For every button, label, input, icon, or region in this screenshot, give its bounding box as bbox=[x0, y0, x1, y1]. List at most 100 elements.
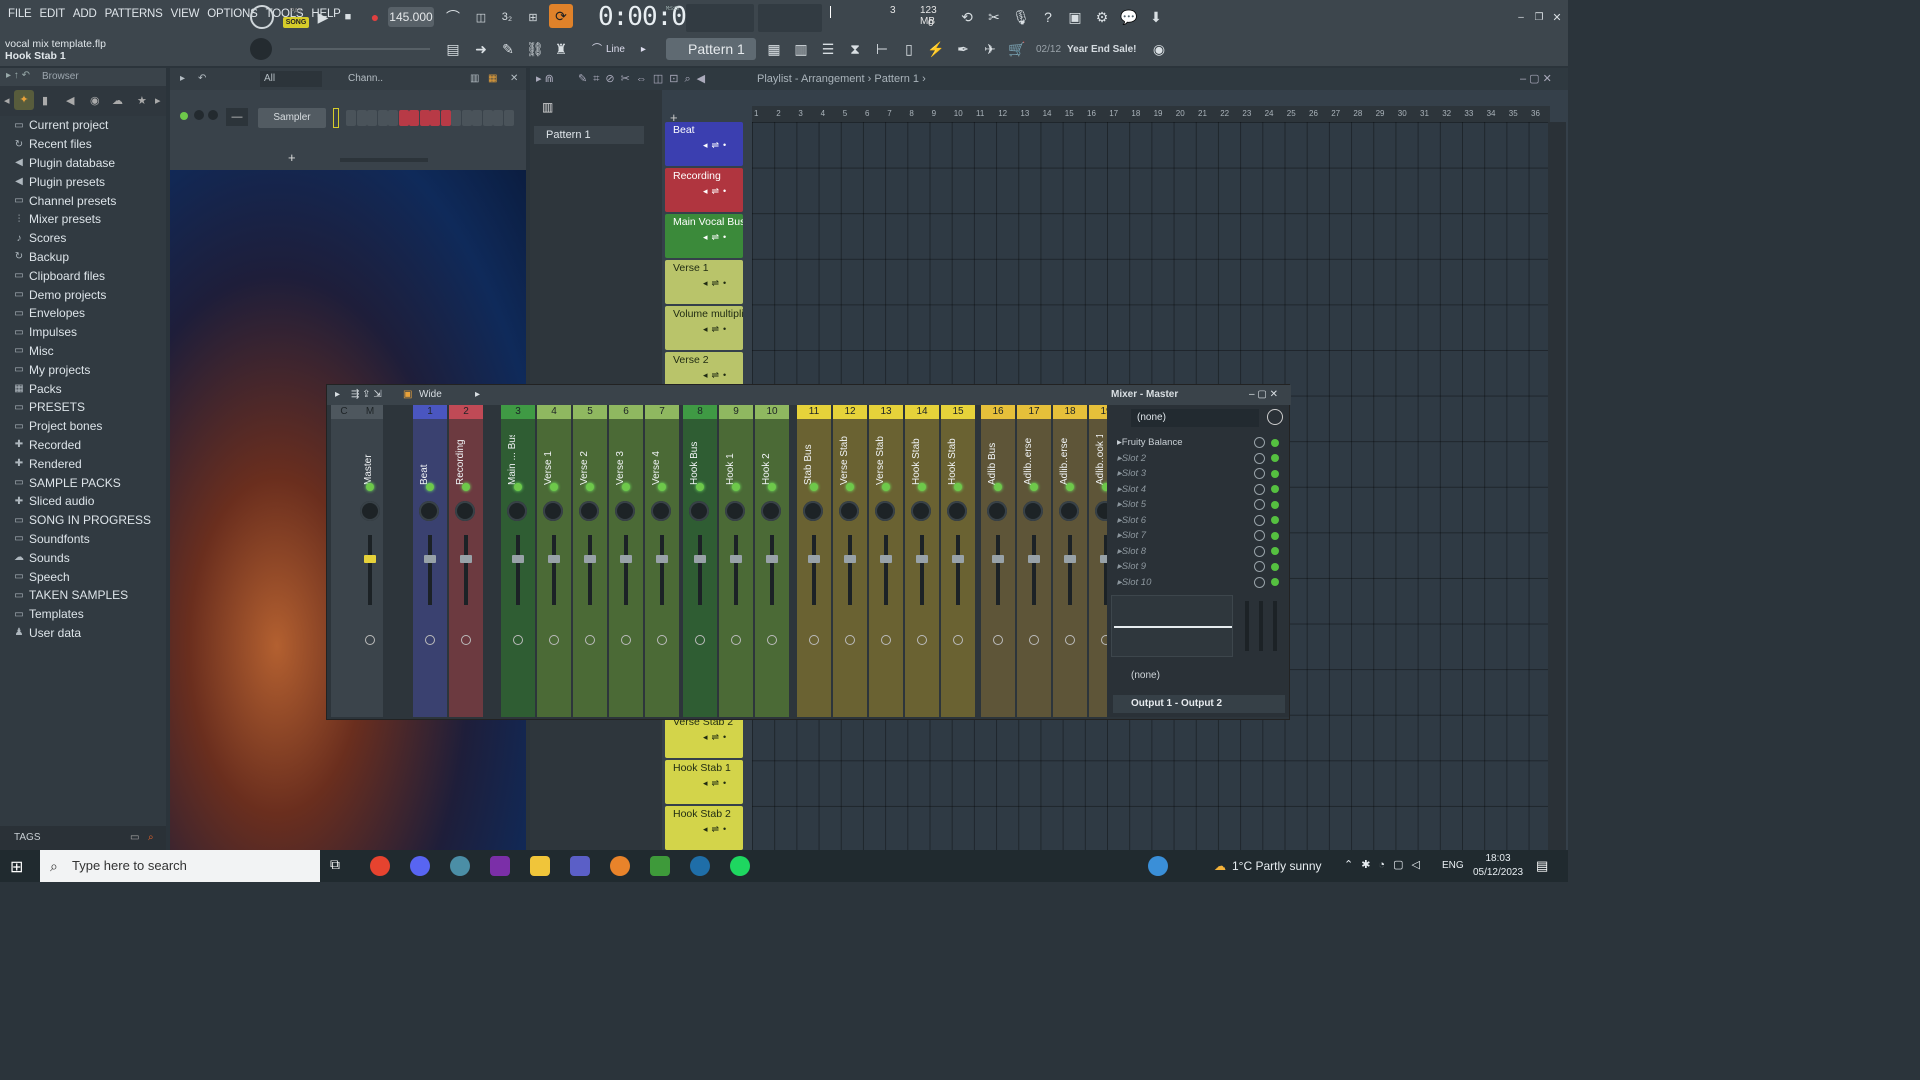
send-icon[interactable]: ✈ bbox=[979, 38, 1001, 60]
track-header[interactable]: Volume multiplier ◂⇌• bbox=[665, 306, 743, 350]
eq-band-sliders[interactable] bbox=[1241, 601, 1281, 651]
volume-fader-track[interactable] bbox=[698, 535, 702, 605]
step-button[interactable] bbox=[419, 110, 430, 126]
strip-enable-led[interactable] bbox=[768, 483, 776, 491]
fx-slot[interactable]: ▸ Slot 5 bbox=[1117, 497, 1285, 513]
fx-slot[interactable]: ▸ Slot 10 bbox=[1117, 575, 1285, 591]
browser-item[interactable]: ↻ Backup bbox=[12, 248, 164, 267]
stereo-separation-icon[interactable] bbox=[425, 635, 435, 645]
strip-enable-led[interactable] bbox=[550, 483, 558, 491]
volume-fader-track[interactable] bbox=[996, 535, 1000, 605]
language-indicator[interactable]: ENG bbox=[1442, 850, 1464, 882]
mixer-strip[interactable]: 13 Verse Stab 2 bbox=[869, 405, 903, 717]
slot-mix-knob-icon[interactable] bbox=[1254, 576, 1265, 588]
plugin-filter-icon[interactable]: ◉ bbox=[90, 94, 100, 107]
browser-item[interactable]: ▭ SAMPLE PACKS bbox=[12, 473, 164, 492]
volume-fader-handle[interactable] bbox=[620, 555, 632, 563]
step-button[interactable] bbox=[503, 110, 514, 126]
record-icon[interactable]: ● bbox=[364, 6, 386, 28]
strip-enable-led[interactable] bbox=[586, 483, 594, 491]
slot-mix-knob-icon[interactable] bbox=[1254, 561, 1265, 573]
browser-item[interactable]: ♪ Scores bbox=[12, 229, 164, 248]
pan-knob-icon[interactable] bbox=[875, 501, 895, 521]
fx-slot[interactable]: ▸ Slot 4 bbox=[1117, 482, 1285, 498]
countdown-icon[interactable]: 3₂ bbox=[496, 6, 518, 28]
volume-fader-track[interactable] bbox=[734, 535, 738, 605]
mixer-strip[interactable]: 11 Stab Bus bbox=[797, 405, 831, 717]
discord-icon[interactable] bbox=[410, 856, 430, 876]
microphone-icon[interactable]: 🎙 bbox=[1010, 6, 1032, 28]
cart-icon[interactable]: 🛒 bbox=[1006, 38, 1028, 60]
paint-icon[interactable]: ✎ bbox=[497, 38, 519, 60]
edge-icon[interactable] bbox=[690, 856, 710, 876]
eq-display[interactable] bbox=[1111, 595, 1233, 657]
browser-item[interactable]: ↻ Recent files bbox=[12, 135, 164, 154]
browser-item[interactable]: ▭ Clipboard files bbox=[12, 266, 164, 285]
volume-fader-track[interactable] bbox=[884, 535, 888, 605]
step-button[interactable] bbox=[388, 110, 398, 126]
volume-fader-track[interactable] bbox=[660, 535, 664, 605]
mixer-strip[interactable]: 4 Verse 1 bbox=[537, 405, 571, 717]
volume-fader-track[interactable] bbox=[1032, 535, 1036, 605]
browser-item[interactable]: ▭ Envelopes bbox=[12, 304, 164, 323]
channel-scrollbar[interactable] bbox=[340, 158, 428, 162]
track-controls-icon[interactable]: ◂⇌• bbox=[703, 370, 743, 381]
mixer-strip[interactable]: M Master bbox=[357, 405, 383, 717]
browser-item[interactable]: ✚ Rendered bbox=[12, 454, 164, 473]
mixer-strip[interactable]: 6 Verse 3 bbox=[609, 405, 643, 717]
notifications-icon[interactable]: ▤ bbox=[1536, 858, 1548, 874]
pan-knob-icon[interactable] bbox=[911, 501, 931, 521]
mixer-strip[interactable]: 16 Adlib Bus bbox=[981, 405, 1015, 717]
track-controls-icon[interactable]: ◂⇌• bbox=[703, 140, 743, 151]
slot-mix-knob-icon[interactable] bbox=[1254, 468, 1265, 480]
stereo-separation-icon[interactable] bbox=[993, 635, 1003, 645]
playlist-window-controls[interactable]: – ▢ ✕ bbox=[1520, 72, 1552, 85]
plug-icon[interactable]: ⚡ bbox=[925, 38, 947, 60]
pan-knob-icon[interactable] bbox=[761, 501, 781, 521]
menu-item-view[interactable]: VIEW bbox=[167, 8, 204, 20]
save-icon[interactable]: ▣ bbox=[1064, 6, 1086, 28]
strip-enable-led[interactable] bbox=[658, 483, 666, 491]
volume-fader-handle[interactable] bbox=[584, 555, 596, 563]
channel-mute-led[interactable] bbox=[180, 112, 188, 120]
pan-knob-icon[interactable] bbox=[419, 501, 439, 521]
wide-layout-icon[interactable]: ▣ bbox=[403, 385, 412, 405]
slot-enable-led[interactable] bbox=[1271, 562, 1279, 571]
onenote-icon[interactable] bbox=[490, 856, 510, 876]
step-button[interactable] bbox=[346, 110, 356, 126]
pan-knob-icon[interactable] bbox=[1059, 501, 1079, 521]
mixer-strip[interactable]: 10 Hook 2 bbox=[755, 405, 789, 717]
stereo-separation-icon[interactable] bbox=[365, 635, 375, 645]
mixer-tool-icons[interactable]: ⇶ ⇪ ⇲ bbox=[351, 385, 382, 405]
volume-fader-handle[interactable] bbox=[1028, 555, 1040, 563]
track-controls-icon[interactable]: ◂⇌• bbox=[703, 186, 743, 197]
folder-icon[interactable]: ▭ bbox=[130, 826, 139, 850]
strip-enable-led[interactable] bbox=[994, 483, 1002, 491]
strip-enable-led[interactable] bbox=[514, 483, 522, 491]
piano-roll-icon[interactable]: ▤ bbox=[442, 38, 464, 60]
volume-fader-track[interactable] bbox=[848, 535, 852, 605]
news-ticker[interactable]: 02/12 Year End Sale! bbox=[1036, 44, 1137, 55]
close-rack-icon[interactable]: ✕ bbox=[510, 68, 518, 90]
volume-fader-handle[interactable] bbox=[808, 555, 820, 563]
stamp-icon[interactable]: ♜ bbox=[550, 38, 572, 60]
strip-enable-led[interactable] bbox=[426, 483, 434, 491]
pan-knob-icon[interactable] bbox=[689, 501, 709, 521]
browser-item[interactable]: ◀ Plugin database bbox=[12, 154, 164, 173]
mixer-strip[interactable]: 17 Adlib..erse 1 bbox=[1017, 405, 1051, 717]
system-clock[interactable]: 18:03 05/12/2023 bbox=[1468, 852, 1528, 880]
pan-knob-icon[interactable] bbox=[455, 501, 475, 521]
stereo-separation-icon[interactable] bbox=[767, 635, 777, 645]
track-header[interactable]: Hook Stab 2 ◂⇌• bbox=[665, 806, 743, 850]
volume-fader-track[interactable] bbox=[770, 535, 774, 605]
output-selector[interactable]: Output 1 - Output 2 bbox=[1113, 695, 1285, 713]
piano-icon[interactable]: ▥ bbox=[790, 38, 812, 60]
minecraft-icon[interactable] bbox=[650, 856, 670, 876]
windows-start-icon[interactable]: ⊞ bbox=[10, 857, 23, 877]
mixer-strip[interactable]: 9 Hook 1 bbox=[719, 405, 753, 717]
document-icon[interactable]: ▮ bbox=[42, 94, 48, 107]
snap-selector[interactable]: ⌒ Line ▸ bbox=[592, 40, 646, 60]
volume-fader-handle[interactable] bbox=[1064, 555, 1076, 563]
track-controls-icon[interactable]: ◂⇌• bbox=[703, 824, 743, 835]
mixer-strip[interactable]: C bbox=[331, 405, 357, 717]
